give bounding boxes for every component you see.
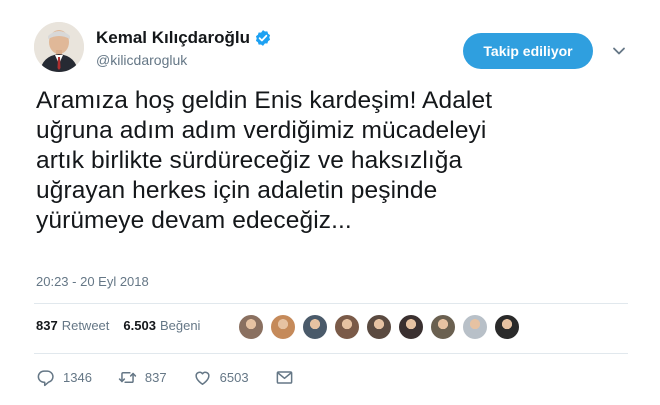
retweet-stat-count[interactable]: 837 (36, 318, 58, 333)
direct-message-action[interactable] (275, 368, 302, 387)
liker-avatar[interactable] (430, 314, 456, 340)
tweet-text-line: uğrayan herkes için adaletin peşinde (36, 177, 438, 204)
engagement-stats: 837 Retweet 6.503 Beğeni (36, 318, 214, 333)
liker-avatar[interactable] (270, 314, 296, 340)
display-name[interactable]: Kemal Kılıçdaroğlu (96, 28, 250, 48)
liker-avatar[interactable] (494, 314, 520, 340)
liker-avatars (238, 314, 526, 340)
liker-avatar[interactable] (462, 314, 488, 340)
avatar-portrait (34, 22, 84, 72)
like-stat-label[interactable]: Beğeni (160, 318, 200, 333)
tweet-text-line: yürümeye devam edeceğiz... (36, 207, 352, 234)
timestamp[interactable]: 20:23 - 20 Eyl 2018 (36, 274, 149, 289)
liker-avatar[interactable] (334, 314, 360, 340)
retweet-icon[interactable] (118, 368, 137, 387)
divider (34, 353, 628, 354)
following-button[interactable]: Takip ediliyor (463, 33, 593, 69)
tweet-text-line: artık birlikte sürdüreceğiz ve haksızlığ… (36, 147, 463, 174)
tweet-text-line: uğruna adım adım verdiğimiz mücadeleyi (36, 117, 487, 144)
like-count: 6503 (219, 370, 249, 385)
liker-avatar[interactable] (398, 314, 424, 340)
action-bar: 1346 837 6503 (36, 368, 328, 387)
divider (34, 303, 628, 304)
retweet-count: 837 (144, 370, 167, 385)
reply-count: 1346 (63, 370, 92, 385)
verified-badge-icon (255, 30, 271, 46)
liker-avatar[interactable] (366, 314, 392, 340)
reply-action[interactable]: 1346 (36, 368, 92, 387)
tweet-card: Kemal Kılıçdaroğlu @kilicdarogluk Takip … (0, 0, 660, 405)
tweet-text-line: Aramıza hoş geldin Enis kardeşim! Adalet (36, 87, 493, 114)
envelope-icon[interactable] (275, 368, 294, 387)
liker-avatar[interactable] (302, 314, 328, 340)
user-handle[interactable]: @kilicdarogluk (96, 52, 187, 68)
like-stat-count[interactable]: 6.503 (123, 318, 156, 333)
chevron-down-icon[interactable] (612, 44, 626, 58)
retweet-action[interactable]: 837 (118, 368, 167, 387)
liker-avatar[interactable] (238, 314, 264, 340)
reply-icon[interactable] (36, 368, 55, 387)
tweet-text: Aramıza hoş geldin Enis kardeşim! Adalet… (36, 86, 636, 236)
heart-icon[interactable] (193, 368, 212, 387)
display-name-row: Kemal Kılıçdaroğlu (96, 28, 272, 48)
retweet-stat-label[interactable]: Retweet (62, 318, 110, 333)
like-action[interactable]: 6503 (193, 368, 249, 387)
avatar[interactable] (34, 22, 84, 72)
